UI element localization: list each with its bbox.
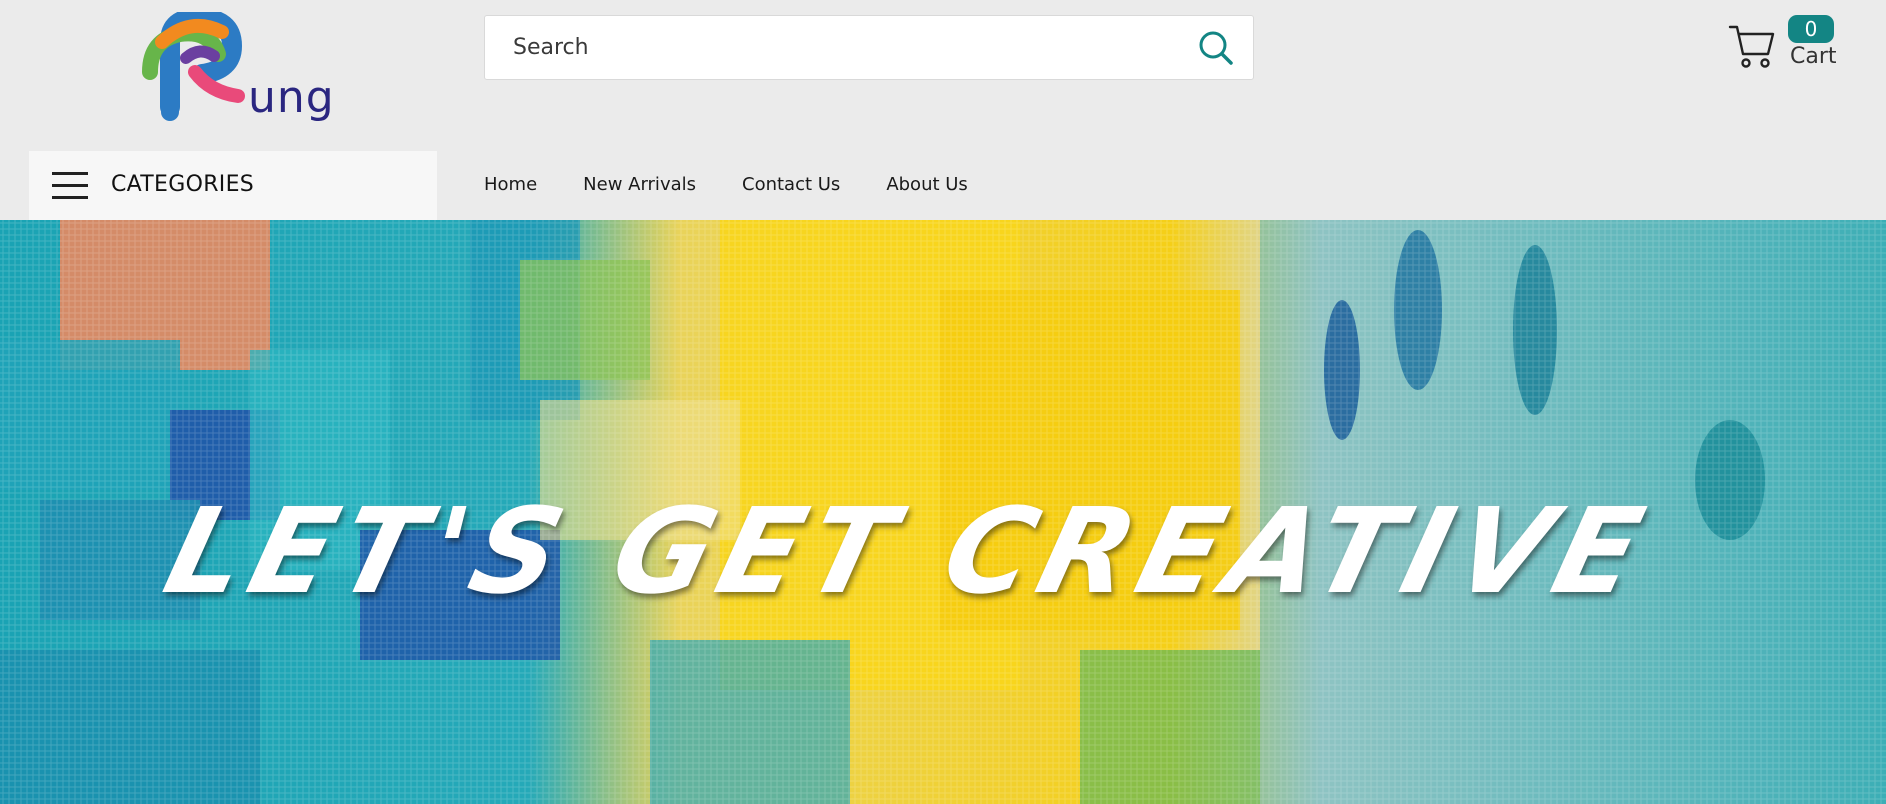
categories-label: CATEGORIES [111,172,255,197]
categories-button[interactable]: CATEGORIES [29,151,437,220]
nav-link-home[interactable]: Home [484,174,537,202]
hero-title: LET'S GET CREATIVE [152,482,1664,620]
site-header: ung 0 Cart CATEGORIES Home New Arrivals [0,0,1886,220]
cart-label: Cart [1790,44,1837,69]
cart-count-badge: 0 [1788,15,1834,43]
rung-r-logo-icon [142,12,245,121]
hamburger-icon [52,172,88,200]
main-nav: Home New Arrivals Contact Us About Us [484,174,1014,202]
nav-link-new-arrivals[interactable]: New Arrivals [583,174,696,202]
brand-logo-text: ung [248,72,335,123]
search-icon [1199,31,1233,65]
brand-logo[interactable]: ung [140,12,340,124]
nav-link-about-us[interactable]: About Us [886,174,968,202]
hero-banner[interactable]: LET'S GET CREATIVE [0,220,1886,804]
search-input[interactable] [485,16,1185,79]
search-button[interactable] [1197,29,1235,67]
nav-link-contact-us[interactable]: Contact Us [742,174,840,202]
cart-button[interactable]: 0 Cart [1728,14,1878,74]
cart-icon [1728,25,1775,68]
search-bar [484,15,1254,80]
